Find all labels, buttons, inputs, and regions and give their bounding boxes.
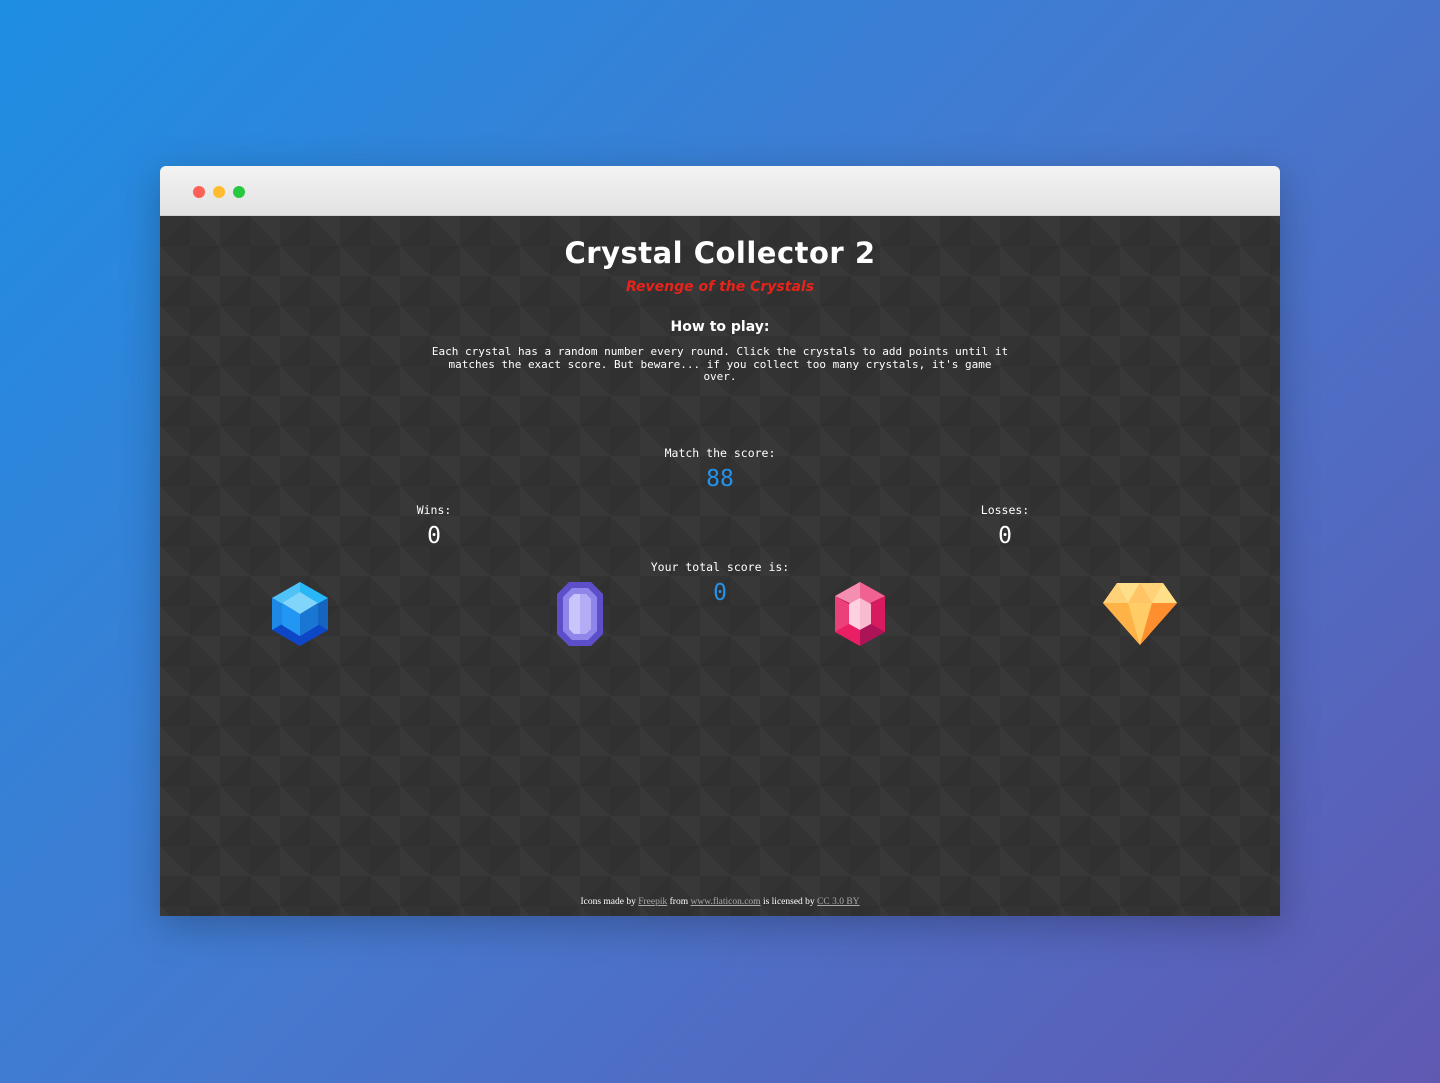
wins-label: Wins: — [416, 503, 452, 517]
footer-from: from — [669, 897, 689, 907]
pink-ruby-gem-icon — [835, 582, 885, 646]
footer-prefix: Icons made by — [580, 897, 636, 907]
instructions-text: Each crystal has a random number every r… — [431, 345, 1009, 383]
crystal-button-orange[interactable] — [1100, 582, 1180, 646]
crystal-button-pink[interactable] — [820, 582, 900, 646]
match-score-value: 88 — [706, 466, 734, 492]
footer-licensed: is licensed by — [762, 897, 815, 907]
crystal-button-blue[interactable] — [260, 582, 340, 646]
wins-value: 0 — [427, 523, 441, 549]
match-score-label: Match the score: — [664, 446, 776, 460]
freepik-link[interactable]: Freepik — [638, 897, 667, 907]
close-window-button[interactable] — [193, 186, 205, 198]
page-title: Crystal Collector 2 — [564, 236, 876, 270]
window-titlebar — [160, 166, 1280, 216]
orange-diamond-gem-icon — [1103, 583, 1177, 645]
attribution-footer: Icons made by Freepik from www.flaticon.… — [160, 897, 1280, 907]
blue-hexagon-gem-icon — [272, 582, 328, 646]
browser-window: Crystal Collector 2 Revenge of the Cryst… — [160, 166, 1280, 916]
maximize-window-button[interactable] — [233, 186, 245, 198]
how-to-play-heading: How to play: — [670, 319, 770, 335]
page-subtitle: Revenge of the Crystals — [625, 279, 815, 295]
flaticon-link[interactable]: www.flaticon.com — [690, 897, 760, 907]
crystal-button-purple[interactable] — [540, 582, 620, 646]
total-score-label: Your total score is: — [650, 560, 790, 574]
minimize-window-button[interactable] — [213, 186, 225, 198]
losses-label: Losses: — [980, 503, 1030, 517]
purple-octagon-gem-icon — [557, 582, 603, 646]
losses-value: 0 — [998, 523, 1012, 549]
game-area: Crystal Collector 2 Revenge of the Cryst… — [160, 216, 1280, 916]
license-link[interactable]: CC 3.0 BY — [817, 897, 860, 907]
